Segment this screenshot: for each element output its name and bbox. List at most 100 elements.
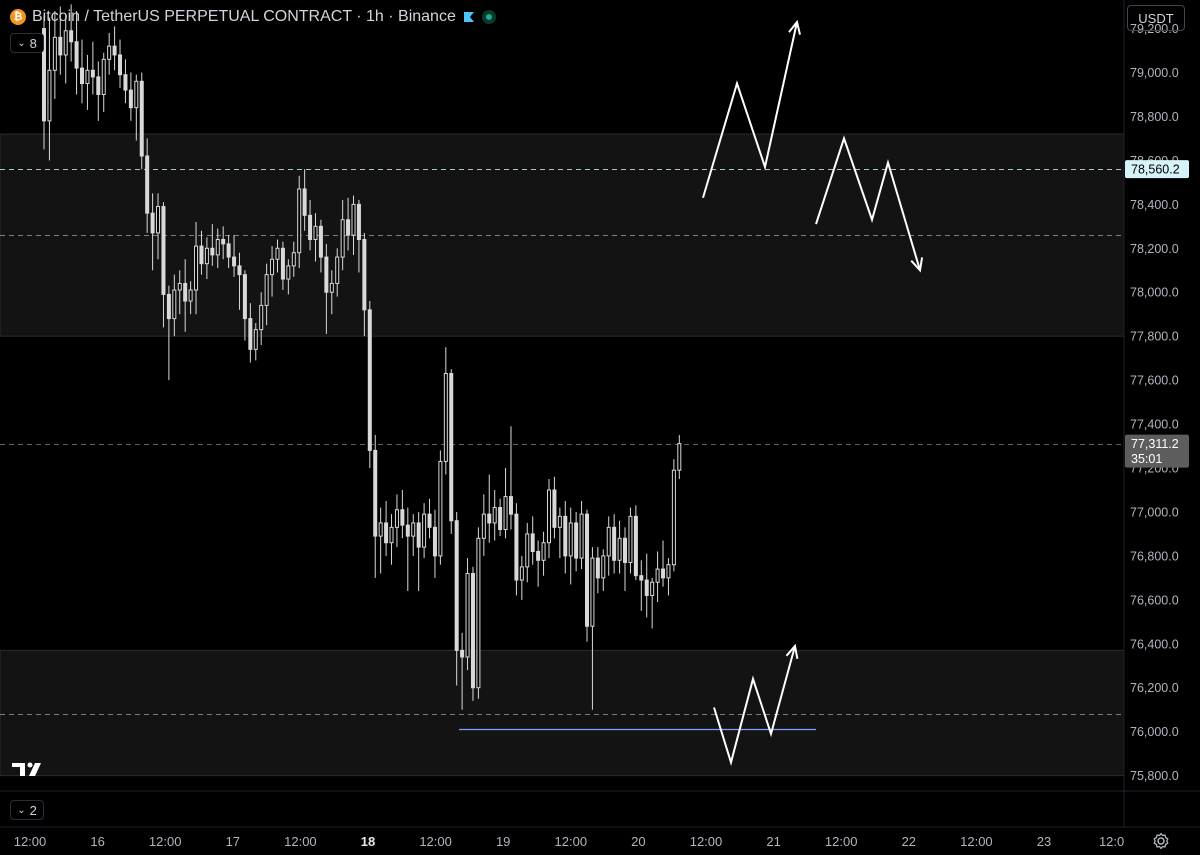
candle	[427, 498, 432, 539]
candle-body	[340, 219, 345, 258]
price-tick-label: 77,600.0	[1130, 374, 1179, 388]
candle-body	[215, 238, 220, 256]
candle-body	[623, 537, 628, 563]
time-tick-label: 12:0	[1099, 834, 1124, 849]
time-tick-label: 12:00	[284, 834, 317, 849]
price-axis[interactable]: 79,200.079,000.078,800.078,600.078,400.0…	[1130, 22, 1179, 783]
candle-body	[541, 542, 546, 561]
candle-body	[232, 256, 237, 267]
pane-toggle[interactable]: ⌄ 2	[10, 800, 44, 820]
candle-body	[90, 69, 95, 78]
candle-body	[270, 258, 275, 276]
candle-body	[335, 256, 340, 284]
candle	[633, 505, 638, 581]
time-tick-label: 19	[496, 834, 510, 849]
candle	[487, 474, 492, 543]
candle	[107, 32, 112, 75]
candle	[671, 459, 676, 572]
market-open-icon	[481, 10, 496, 24]
candle	[617, 520, 622, 574]
last-price-label: 77,311.2	[1131, 437, 1179, 451]
candle-body	[313, 225, 318, 240]
candle-body	[530, 533, 535, 553]
candle-body	[177, 282, 182, 291]
candle-body	[280, 247, 285, 280]
candles	[42, 4, 682, 710]
candle-body	[58, 36, 63, 56]
bar-countdown-label: 35:01	[1131, 452, 1162, 466]
candle-body	[465, 572, 470, 658]
candle-body	[52, 36, 57, 71]
pane-count: 2	[29, 802, 37, 818]
candle-body	[394, 509, 399, 528]
candle	[123, 59, 128, 104]
candle-body	[199, 245, 204, 265]
candle-body	[552, 489, 557, 528]
candle-body	[221, 238, 226, 245]
candle-body	[568, 522, 573, 557]
candle-body	[107, 45, 112, 60]
time-tick-label: 22	[902, 834, 916, 849]
time-tick-label: 12:00	[690, 834, 723, 849]
candle	[422, 503, 427, 559]
candle-body	[69, 30, 74, 43]
candle-body	[655, 568, 660, 583]
candle-body	[470, 572, 475, 689]
candle	[666, 558, 671, 596]
candle-body	[585, 513, 589, 627]
candle-body	[63, 30, 68, 56]
symbol-title[interactable]: Bitcoin / TetherUS PERPETUAL CONTRACT · …	[32, 8, 456, 26]
candle	[536, 540, 541, 587]
settings-icon[interactable]	[1152, 832, 1170, 850]
candle-body	[188, 289, 193, 302]
indicators-toggle[interactable]: ⌄ 8	[10, 33, 44, 53]
candle	[443, 347, 448, 475]
candle	[508, 426, 513, 530]
candle	[552, 476, 557, 539]
candle-body	[666, 564, 671, 579]
candle-body	[400, 509, 405, 526]
candle-body	[128, 89, 133, 109]
candle-body	[411, 522, 416, 537]
candle	[650, 577, 655, 629]
price-tick-label: 76,000.0	[1130, 725, 1179, 739]
candle-body	[237, 265, 242, 276]
candle	[585, 509, 589, 642]
candle-body	[346, 219, 351, 236]
candle	[481, 494, 486, 556]
candle-body	[644, 579, 649, 596]
time-tick-label: 12:00	[960, 834, 993, 849]
candle-body	[324, 256, 329, 293]
price-chart[interactable]: 79,200.079,000.078,800.078,600.078,400.0…	[0, 0, 1200, 855]
candle-body	[156, 206, 161, 234]
candle-body	[492, 507, 497, 524]
currency-selector[interactable]: USDT	[1127, 5, 1185, 31]
candle	[438, 450, 443, 565]
flag-icon[interactable]	[462, 10, 476, 24]
candle-body	[139, 80, 144, 157]
candle-body	[508, 496, 513, 515]
candle-body	[454, 520, 459, 651]
time-tick-label: 16	[90, 834, 104, 849]
candle-body	[519, 566, 524, 581]
candle	[389, 514, 394, 565]
candle-body	[286, 265, 291, 280]
time-axis[interactable]: 12:00 16 12:00 17 12:00 18 12:00 19 12:00 20 12:00…	[14, 834, 1125, 849]
candle-body	[481, 513, 486, 539]
candle	[112, 26, 117, 71]
time-tick-label: 12:00	[14, 834, 47, 849]
candle-body	[438, 460, 443, 557]
candle-body	[650, 581, 655, 596]
tradingview-logo[interactable]	[12, 760, 44, 778]
candle-body	[118, 54, 123, 76]
candle-body	[579, 513, 584, 559]
candle	[96, 61, 101, 121]
candle-body	[264, 274, 269, 306]
candle	[80, 39, 85, 104]
time-tick-label: 21	[766, 834, 780, 849]
candle-body	[74, 41, 79, 69]
candle-body	[460, 649, 465, 658]
candle-body	[384, 522, 389, 544]
bitcoin-icon: ₿	[10, 9, 26, 25]
candle-body	[443, 373, 448, 462]
